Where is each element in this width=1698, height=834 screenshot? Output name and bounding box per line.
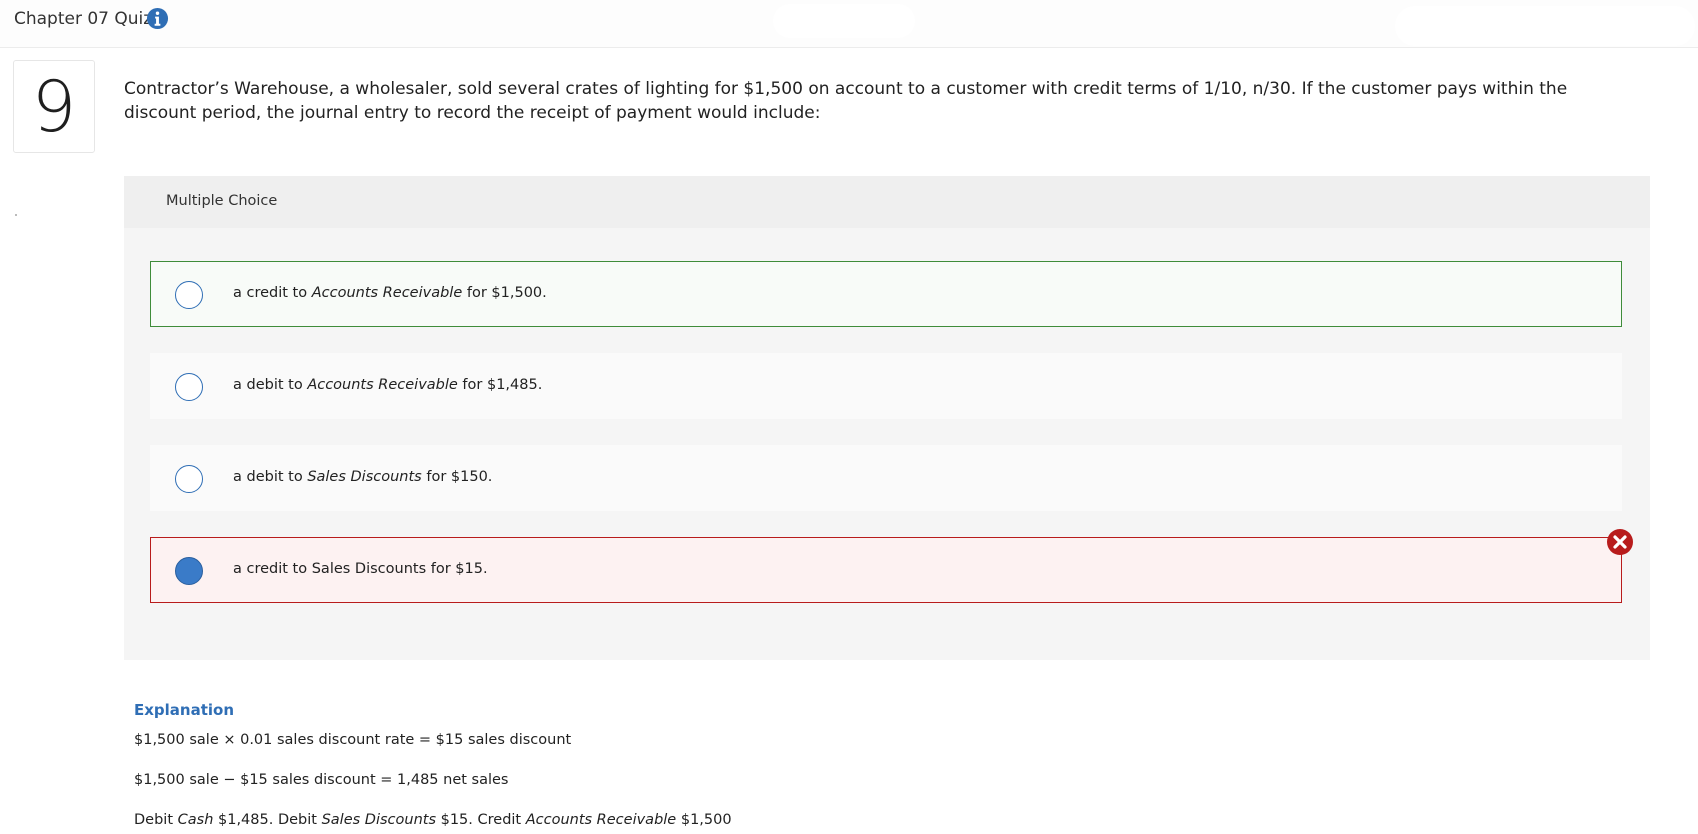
question-number: 9 — [31, 66, 77, 148]
choice-4-text: a credit to Sales Discounts for $15. — [233, 561, 488, 577]
info-icon[interactable] — [146, 7, 169, 30]
choice-4[interactable]: a credit to Sales Discounts for $15. — [150, 537, 1622, 603]
choice-3-text: a debit to Sales Discounts for $150. — [233, 469, 493, 485]
multiple-choice-panel: Multiple Choice a credit to Accounts Rec… — [124, 176, 1650, 660]
radio-button[interactable] — [175, 281, 203, 309]
multiple-choice-label: Multiple Choice — [166, 193, 278, 209]
decorative-dot — [15, 214, 17, 216]
quiz-title: Chapter 07 Quiz — [14, 9, 153, 29]
explanation-line-2: $1,500 sale − $15 sales discount = 1,485… — [134, 772, 509, 788]
overlay-blob — [773, 4, 915, 38]
choice-2-text: a debit to Accounts Receivable for $1,48… — [233, 377, 543, 393]
question-number-box: 9 — [13, 60, 95, 153]
incorrect-x-icon — [1607, 529, 1633, 555]
radio-button[interactable] — [175, 373, 203, 401]
choice-3[interactable]: a debit to Sales Discounts for $150. — [150, 445, 1622, 511]
explanation-line-1: $1,500 sale × 0.01 sales discount rate =… — [134, 732, 572, 748]
question-text: Contractor’s Warehouse, a wholesaler, so… — [124, 79, 1568, 123]
radio-button[interactable] — [175, 465, 203, 493]
explanation-line-3: Debit Cash $1,485. Debit Sales Discounts… — [134, 812, 732, 828]
top-bar: Chapter 07 Quiz — [0, 0, 1698, 48]
explanation-title: Explanation — [134, 701, 235, 719]
overlay-blob — [1395, 6, 1695, 46]
radio-button-selected[interactable] — [175, 557, 203, 585]
choice-1[interactable]: a credit to Accounts Receivable for $1,5… — [150, 261, 1622, 327]
multiple-choice-header: Multiple Choice — [124, 176, 1650, 228]
choice-2[interactable]: a debit to Accounts Receivable for $1,48… — [150, 353, 1622, 419]
choice-1-text: a credit to Accounts Receivable for $1,5… — [233, 285, 547, 301]
